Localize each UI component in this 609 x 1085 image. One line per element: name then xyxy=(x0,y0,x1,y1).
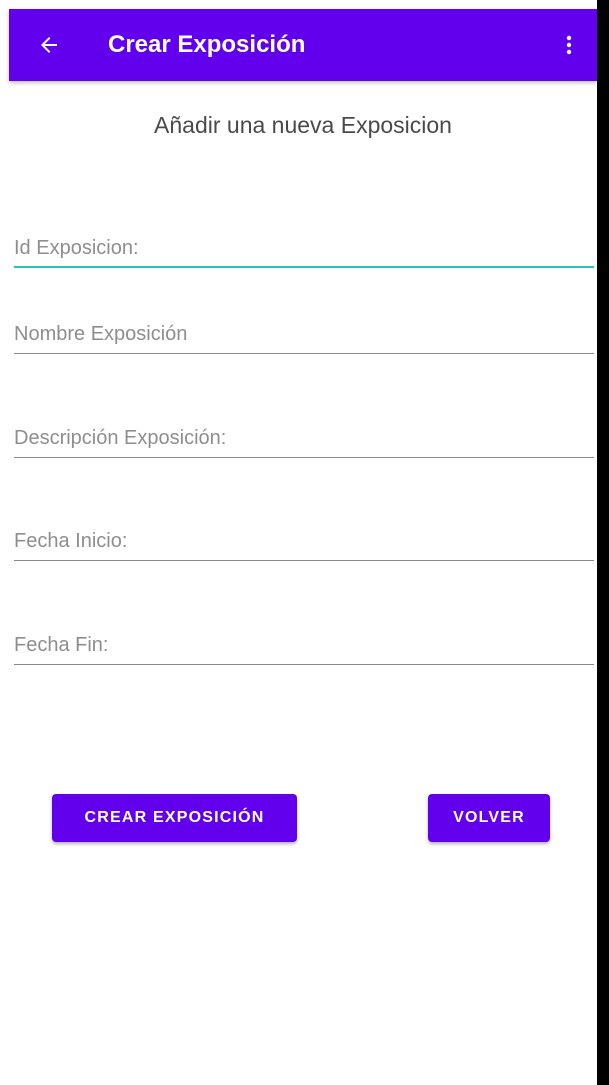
app-bar: Crear Exposición xyxy=(9,9,597,81)
descripcion-exposicion-field xyxy=(14,420,594,460)
id-exposicion-input[interactable] xyxy=(14,230,594,268)
more-vert-icon xyxy=(566,35,572,55)
screen-edge xyxy=(597,0,609,1085)
fecha-inicio-input[interactable] xyxy=(14,523,594,561)
arrow-left-icon xyxy=(41,37,57,53)
status-strip xyxy=(0,0,597,9)
page-heading: Añadir una nueva Exposicion xyxy=(154,112,452,138)
fecha-fin-input[interactable] xyxy=(14,627,594,665)
fecha-inicio-field xyxy=(14,523,594,563)
descripcion-exposicion-input[interactable] xyxy=(14,420,594,458)
overflow-menu-button[interactable] xyxy=(551,27,587,63)
back-button[interactable] xyxy=(31,27,67,63)
crear-exposicion-button[interactable]: CREAR EXPOSICIÓN xyxy=(52,794,297,842)
fecha-fin-field xyxy=(14,627,594,667)
nombre-exposicion-field xyxy=(14,316,594,356)
volver-button[interactable]: VOLVER xyxy=(428,794,550,842)
app-title: Crear Exposición xyxy=(108,31,306,58)
nombre-exposicion-input[interactable] xyxy=(14,316,594,354)
id-exposicion-field xyxy=(14,230,594,270)
